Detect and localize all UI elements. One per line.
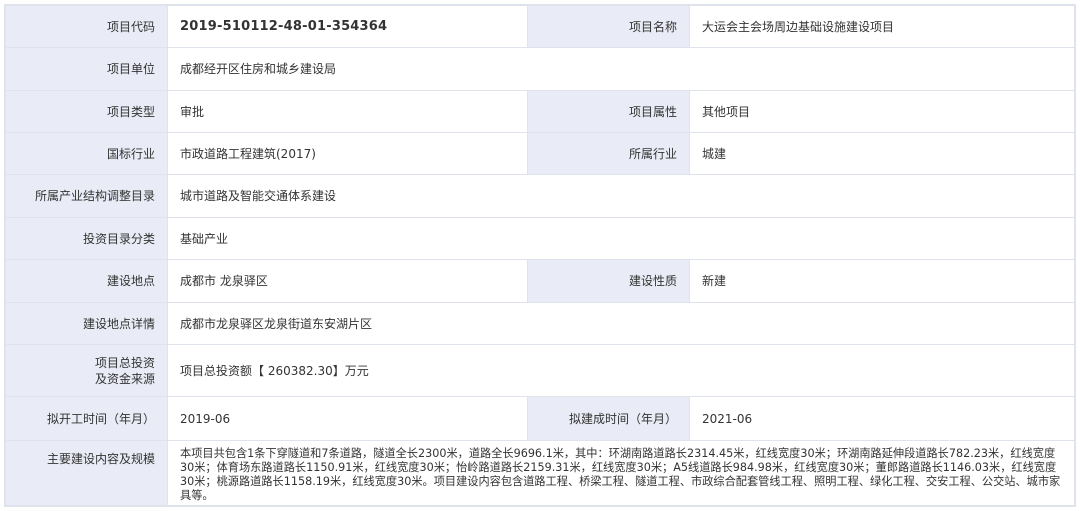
start-date-value: 2019-06	[167, 396, 528, 441]
project-info-grid: 项目代码 2019-510112-48-01-354364 项目名称 大运会主会…	[5, 5, 1075, 506]
row-site: 建设地点 成都市 龙泉驿区 建设性质 新建	[5, 259, 1075, 303]
industry-value: 城建	[689, 132, 1075, 175]
row-industry: 国标行业 市政道路工程建筑(2017) 所属行业 城建	[5, 132, 1075, 175]
finish-date-label: 拟建成时间（年月）	[527, 396, 690, 441]
finish-date-value: 2021-06	[689, 396, 1075, 441]
project-info-table: 项目代码 2019-510112-48-01-354364 项目名称 大运会主会…	[4, 4, 1076, 507]
site-detail-value: 成都市龙泉驿区龙泉街道东安湖片区	[167, 302, 1075, 345]
project-code-label: 项目代码	[5, 5, 168, 48]
row-invest-category: 投资目录分类 基础产业	[5, 217, 1075, 260]
funding-label: 项目总投资 及资金来源	[5, 344, 168, 397]
nature-label: 建设性质	[527, 259, 690, 303]
project-unit-label: 项目单位	[5, 47, 168, 91]
row-schedule: 拟开工时间（年月） 2019-06 拟建成时间（年月） 2021-06	[5, 396, 1075, 441]
catalog-label: 所属产业结构调整目录	[5, 174, 168, 218]
project-type-label: 项目类型	[5, 90, 168, 133]
row-project-code: 项目代码 2019-510112-48-01-354364 项目名称 大运会主会…	[5, 5, 1075, 48]
funding-label-line-1: 项目总投资	[94, 355, 155, 370]
row-funding: 项目总投资 及资金来源 项目总投资额【 260382.30】万元	[5, 344, 1075, 397]
row-project-type: 项目类型 审批 项目属性 其他项目	[5, 90, 1075, 133]
site-value: 成都市 龙泉驿区	[167, 259, 528, 303]
nature-value: 新建	[689, 259, 1075, 303]
project-attr-value: 其他项目	[689, 90, 1075, 133]
start-date-label: 拟开工时间（年月）	[5, 396, 168, 441]
catalog-value: 城市道路及智能交通体系建设	[167, 174, 1075, 218]
industry-label: 所属行业	[527, 132, 690, 175]
scope-value: 本项目共包含1条下穿隧道和7条道路，隧道全长2300米，道路全长9696.1米，…	[167, 440, 1075, 506]
project-attr-label: 项目属性	[527, 90, 690, 133]
funding-value: 项目总投资额【 260382.30】万元	[167, 344, 1075, 397]
site-detail-label: 建设地点详情	[5, 302, 168, 345]
intl-industry-value: 市政道路工程建筑(2017)	[167, 132, 528, 175]
invest-category-value: 基础产业	[167, 217, 1075, 260]
row-catalog: 所属产业结构调整目录 城市道路及智能交通体系建设	[5, 174, 1075, 218]
intl-industry-label: 国标行业	[5, 132, 168, 175]
invest-category-label: 投资目录分类	[5, 217, 168, 260]
row-scope: 主要建设内容及规模 本项目共包含1条下穿隧道和7条道路，隧道全长2300米，道路…	[5, 440, 1075, 506]
scope-label: 主要建设内容及规模	[5, 440, 168, 506]
project-type-value: 审批	[167, 90, 528, 133]
row-project-unit: 项目单位 成都经开区住房和城乡建设局	[5, 47, 1075, 91]
project-name-label: 项目名称	[527, 5, 690, 48]
row-site-detail: 建设地点详情 成都市龙泉驿区龙泉街道东安湖片区	[5, 302, 1075, 345]
site-label: 建设地点	[5, 259, 168, 303]
project-name-value: 大运会主会场周边基础设施建设项目	[689, 5, 1075, 48]
project-code-value: 2019-510112-48-01-354364	[167, 5, 528, 48]
project-unit-value: 成都经开区住房和城乡建设局	[167, 47, 1075, 91]
funding-label-line-2: 及资金来源	[94, 371, 155, 386]
